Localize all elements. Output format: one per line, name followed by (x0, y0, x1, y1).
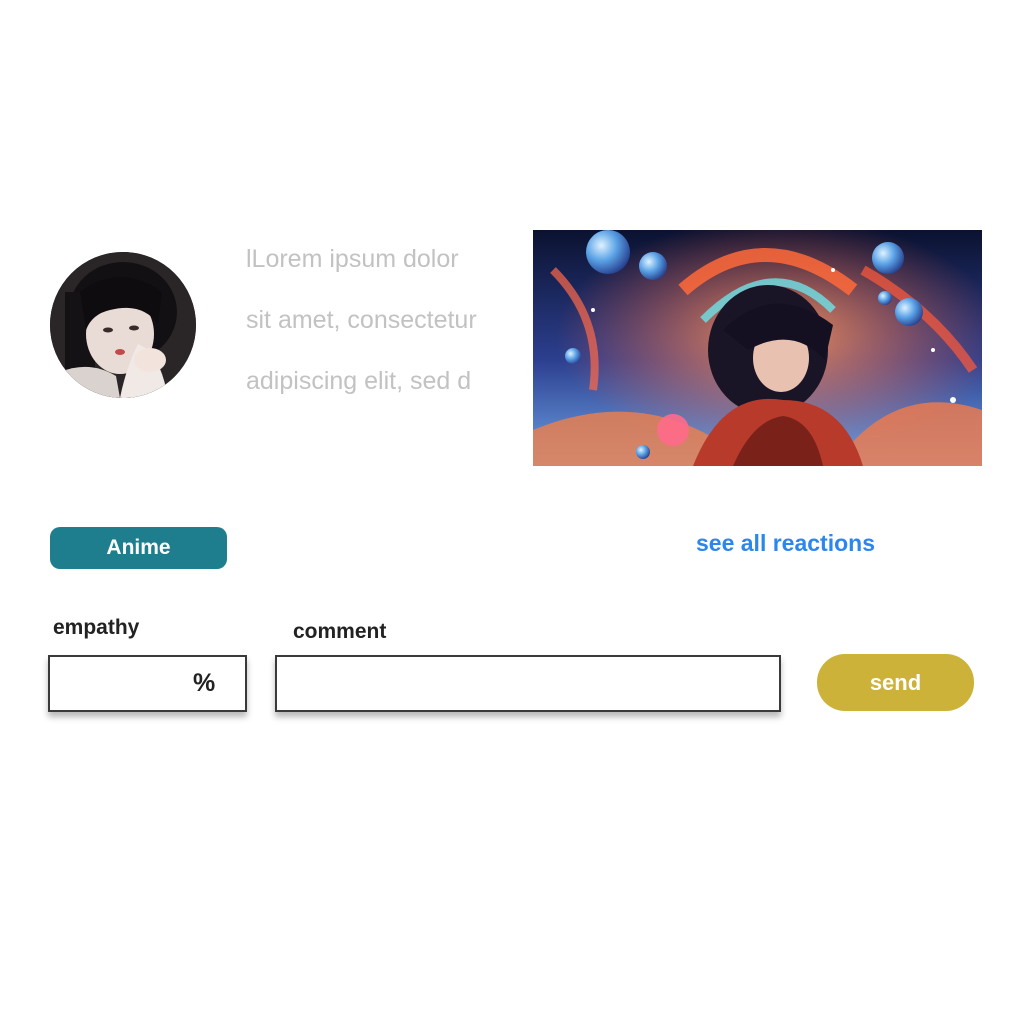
comment-label: comment (293, 620, 387, 643)
post-text-line: sit amet, consectetur (246, 306, 477, 334)
anime-illustration-image-icon (533, 230, 982, 466)
user-avatar[interactable] (50, 252, 196, 398)
avatar-photo-icon (50, 252, 196, 398)
empathy-label: empathy (53, 616, 140, 639)
post-image[interactable] (533, 230, 982, 466)
comment-input[interactable] (275, 655, 781, 712)
empathy-field[interactable]: % (48, 655, 247, 712)
tag-anime-button[interactable]: Anime (50, 527, 227, 569)
send-button[interactable]: send (817, 654, 974, 711)
see-all-reactions-link[interactable]: see all reactions (696, 530, 875, 557)
post-text-line: lLorem ipsum dolor (246, 245, 459, 273)
post-card: lLorem ipsum dolor sit amet, consectetur… (0, 0, 1024, 1024)
post-text-line: adipiscing elit, sed d (246, 367, 472, 395)
empathy-input[interactable] (56, 663, 190, 707)
post-body-text: lLorem ipsum dolor sit amet, consectetur… (246, 236, 516, 419)
percent-unit: % (193, 669, 216, 697)
